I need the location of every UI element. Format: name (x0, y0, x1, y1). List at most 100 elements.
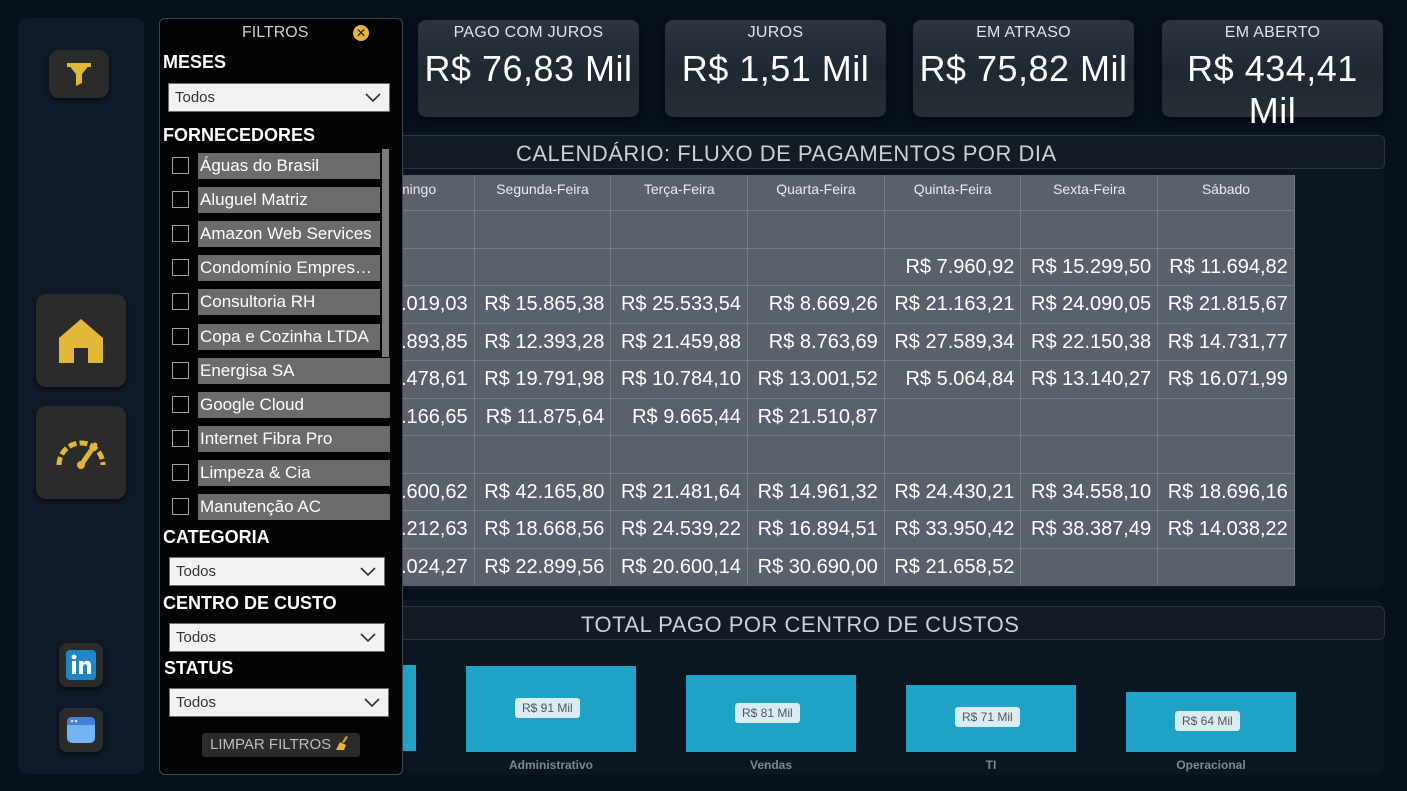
calendar-table: mingo Segunda-Feira Terça-Feira Quarta-Feir… (338, 175, 1295, 586)
calendar-cell: R$ 34.558,10 (1021, 473, 1159, 510)
calendar-cell (1158, 548, 1295, 585)
calendar-cell: R$ 22.150,38 (1021, 323, 1159, 360)
vendor-checkbox[interactable] (172, 225, 189, 243)
status-dropdown[interactable]: Todos (169, 688, 389, 717)
home-nav-button[interactable] (36, 294, 126, 387)
calendar-cell: R$ 15.865,38 (475, 286, 612, 323)
calendar-cell: R$ 42.165,80 (475, 473, 612, 510)
kpi-value: R$ 434,41 Mil (1187, 48, 1358, 131)
calendar-cell (1021, 398, 1159, 435)
calendar-row: .600,62 R$ 42.165,80 R$ 21.481,64 R$ 14.961… (338, 472, 1295, 510)
kpi-title: JUROS (747, 24, 804, 41)
browser-button[interactable] (59, 708, 103, 752)
vendor-name: Condomínio Empresarial (198, 255, 380, 282)
calendar-row (338, 210, 1295, 248)
calendar-row: .893,85 R$ 12.393,28 R$ 21.459,88 R$ 8.763,… (338, 322, 1295, 360)
calendar-cell (475, 211, 612, 248)
vendor-name: Consultoria RH (198, 289, 380, 316)
chevron-down-icon (360, 624, 376, 651)
vendor-item[interactable]: Energisa SA (172, 357, 392, 384)
calendar-cell: R$ 9.665,44 (611, 398, 749, 435)
kpi-card-em-aberto: EM ABERTO R$ 434,41 Mil (1162, 20, 1383, 131)
categoria-dropdown[interactable]: Todos (169, 557, 385, 586)
vendor-item[interactable]: Manutenção AC (172, 494, 392, 520)
calendar-cell (475, 248, 612, 285)
cost-center-title: TOTAL PAGO POR CENTRO DE CUSTOS (581, 612, 1020, 637)
close-icon[interactable]: ✕ (353, 25, 369, 41)
left-rail (18, 18, 144, 774)
vendor-checkbox[interactable] (172, 463, 189, 481)
meses-label: MESES (163, 52, 227, 72)
calendar-cell: R$ 24.430,21 (885, 473, 1022, 510)
calendar-header-cell: Quarta-Feira (748, 175, 885, 210)
vendor-item[interactable]: Internet Fibra Pro (172, 425, 392, 452)
calendar-cell (611, 211, 749, 248)
dashboard-nav-button[interactable] (36, 406, 126, 499)
vendor-checkbox[interactable] (172, 157, 189, 174)
calendar-cell: R$ 20.600,14 (611, 548, 749, 585)
calendar-cell: R$ 16.071,99 (1158, 361, 1295, 398)
vendor-checkbox[interactable] (172, 293, 189, 311)
calendar-cell (748, 211, 885, 248)
calendar-cell: R$ 12.393,28 (475, 323, 612, 360)
meses-dropdown[interactable]: Todos (168, 83, 390, 112)
vendor-item[interactable]: Limpeza & Cia (172, 459, 392, 486)
gauge-icon (56, 440, 106, 469)
kpi-value: R$ 76,83 Mil (424, 48, 633, 89)
vendor-checkbox[interactable] (172, 327, 189, 345)
vendor-item[interactable]: Águas do Brasil (172, 153, 392, 179)
calendar-header-cell: Sexta-Feira (1021, 175, 1159, 210)
vendor-name: Manutenção AC (198, 494, 390, 520)
kpi-value: R$ 75,82 Mil (919, 48, 1128, 89)
calendar-cell: R$ 30.690,00 (748, 548, 885, 585)
category-label: Administrativo (508, 758, 593, 772)
filter-toggle-button[interactable] (49, 50, 109, 98)
vendor-checkbox[interactable] (172, 429, 189, 447)
vendor-checkbox[interactable] (172, 259, 189, 277)
kpi-title: EM ABERTO (1224, 24, 1321, 41)
category-label: Vendas (749, 758, 793, 772)
calendar-row: .024,27 R$ 22.899,56 R$ 20.600,14 R$ 30.690… (338, 547, 1295, 585)
calendar-cell (885, 436, 1022, 473)
calendar-row: .019,03 R$ 15.865,38 R$ 25.533,54 R$ 8.669,… (338, 285, 1295, 323)
vendor-checkbox[interactable] (172, 361, 189, 379)
calendar-cell: R$ 19.791,98 (475, 361, 612, 398)
vendor-item[interactable]: Google Cloud (172, 391, 392, 418)
calendar-cell: R$ 8.763,69 (748, 323, 885, 360)
vendor-scrollbar[interactable] (382, 149, 389, 357)
calendar-cell: R$ 33.950,42 (885, 511, 1022, 548)
calendar-header-cell: Terça-Feira (611, 175, 749, 210)
calendar-cell: R$ 16.894,51 (748, 511, 885, 548)
centro-custo-dropdown[interactable]: Todos (169, 623, 385, 652)
kpi-card-em-atraso: EM ATRASO R$ 75,82 Mil (913, 20, 1134, 117)
clear-filters-button[interactable]: LIMPAR FILTROS (202, 733, 360, 757)
calendar-header-row: mingo Segunda-Feira Terça-Feira Quarta-Feir… (338, 175, 1295, 210)
calendar-cell: R$ 11.875,64 (475, 398, 612, 435)
bar-data-label: R$ 81 Mil (735, 702, 800, 723)
calendar-cell (611, 436, 749, 473)
calendar-cell: R$ 13.140,27 (1021, 361, 1159, 398)
vendor-name: Internet Fibra Pro (198, 425, 390, 452)
vendor-checkbox[interactable] (172, 395, 189, 413)
vendor-item[interactable]: Condomínio Empresarial (172, 255, 392, 282)
calendar-row: .212,63 R$ 18.668,56 R$ 24.539,22 R$ 16.894… (338, 510, 1295, 548)
browser-window-icon (67, 717, 95, 743)
vendor-item[interactable]: Aluguel Matriz (172, 187, 392, 214)
vendor-checkbox[interactable] (172, 191, 189, 209)
categoria-value: Todos (176, 563, 217, 580)
meses-value: Todos (175, 89, 216, 106)
calendar-cell: R$ 18.668,56 (475, 511, 612, 548)
calendar-cell: R$ 11.694,82 (1158, 248, 1295, 285)
vendor-item[interactable]: Consultoria RH (172, 289, 392, 316)
status-value: Todos (176, 694, 217, 711)
calendar-cell: R$ 27.589,34 (885, 323, 1022, 360)
vendor-item[interactable]: Copa e Cozinha LTDA (172, 323, 392, 350)
calendar-header-cell: Quinta-Feira (885, 175, 1022, 210)
filter-panel-title: FILTROS (242, 24, 309, 41)
vendor-name: Google Cloud (198, 391, 390, 418)
vendor-item[interactable]: Amazon Web Services (172, 221, 392, 248)
calendar-cell (748, 248, 885, 285)
calendar-header-cell: Segunda-Feira (475, 175, 612, 210)
vendor-checkbox[interactable] (172, 498, 189, 515)
linkedin-button[interactable] (59, 643, 103, 687)
